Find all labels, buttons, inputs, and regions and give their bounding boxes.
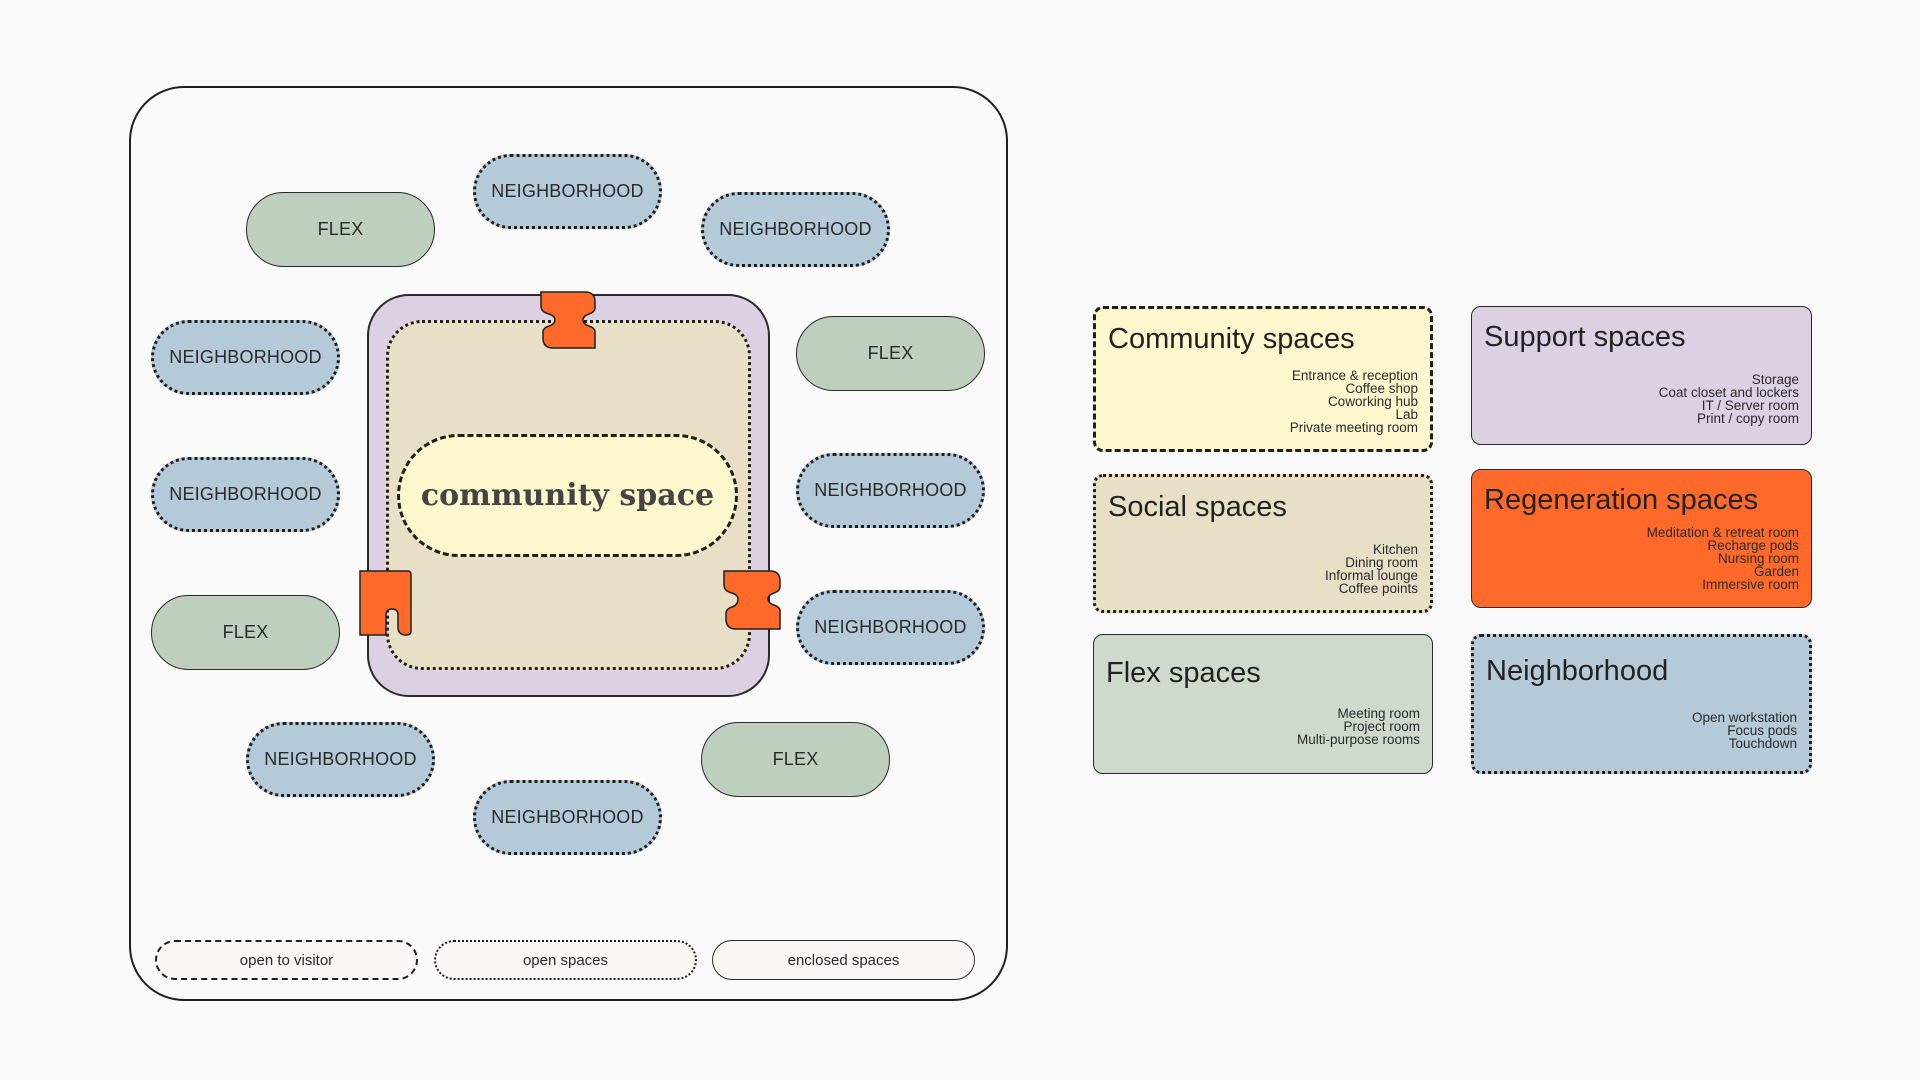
card-title: Social spaces	[1108, 491, 1287, 523]
neighborhood-zone: NEIGHBORHOOD	[701, 192, 890, 267]
card-title: Community spaces	[1108, 323, 1355, 355]
card-social-spaces: Social spaces Kitchen Dining room Inform…	[1093, 474, 1433, 613]
card-items: Entrance & reception Coffee shop Coworki…	[1289, 369, 1418, 435]
card-items: Meeting room Project room Multi-purpose …	[1296, 707, 1420, 747]
neighborhood-zone: NEIGHBORHOOD	[473, 154, 662, 229]
card-items: Open workstation Focus pods Touchdown	[1692, 711, 1797, 751]
neighborhood-zone: NEIGHBORHOOD	[796, 453, 985, 528]
card-items: Kitchen Dining room Informal lounge Coff…	[1325, 543, 1418, 596]
card-regeneration-spaces: Regeneration spaces Meditation & retreat…	[1471, 469, 1812, 608]
card-items: Meditation & retreat room Recharge pods …	[1647, 526, 1799, 592]
card-item: Immersive room	[1702, 577, 1799, 592]
card-neighborhood: Neighborhood Open workstation Focus pods…	[1471, 634, 1812, 774]
card-items: Storage Coat closet and lockers IT / Ser…	[1659, 373, 1799, 426]
card-title: Neighborhood	[1486, 655, 1669, 687]
card-item: Print / copy room	[1696, 411, 1799, 426]
flex-zone: FLEX	[796, 316, 985, 391]
card-community-spaces: Community spaces Entrance & reception Co…	[1093, 306, 1433, 452]
neighborhood-zone: NEIGHBORHOOD	[246, 722, 435, 797]
card-item: Private meeting room	[1289, 420, 1418, 435]
neighborhood-zone: NEIGHBORHOOD	[151, 320, 340, 395]
card-item: Multi-purpose rooms	[1296, 732, 1420, 747]
neighborhood-zone: NEIGHBORHOOD	[796, 590, 985, 665]
flex-zone: FLEX	[701, 722, 890, 797]
card-title: Support spaces	[1484, 321, 1686, 353]
neighborhood-zone: NEIGHBORHOOD	[151, 457, 340, 532]
regeneration-pod-right	[723, 570, 781, 630]
flex-zone: FLEX	[151, 595, 340, 670]
card-item: Touchdown	[1728, 736, 1797, 751]
card-item: Coffee points	[1338, 581, 1418, 596]
card-support-spaces: Support spaces Storage Coat closet and l…	[1471, 306, 1812, 445]
flex-zone: FLEX	[246, 192, 435, 267]
legend-open-to-visitor: open to visitor	[155, 940, 418, 980]
neighborhood-zone: NEIGHBORHOOD	[473, 780, 662, 855]
legend-enclosed-spaces: enclosed spaces	[712, 940, 975, 980]
regeneration-pod-top	[540, 291, 596, 349]
card-title: Regeneration spaces	[1484, 484, 1759, 516]
card-title: Flex spaces	[1106, 657, 1261, 689]
card-flex-spaces: Flex spaces Meeting room Project room Mu…	[1093, 634, 1433, 774]
community-space-core: community space	[397, 434, 738, 557]
legend-open-spaces: open spaces	[434, 940, 697, 980]
regeneration-pod-left	[359, 570, 412, 636]
